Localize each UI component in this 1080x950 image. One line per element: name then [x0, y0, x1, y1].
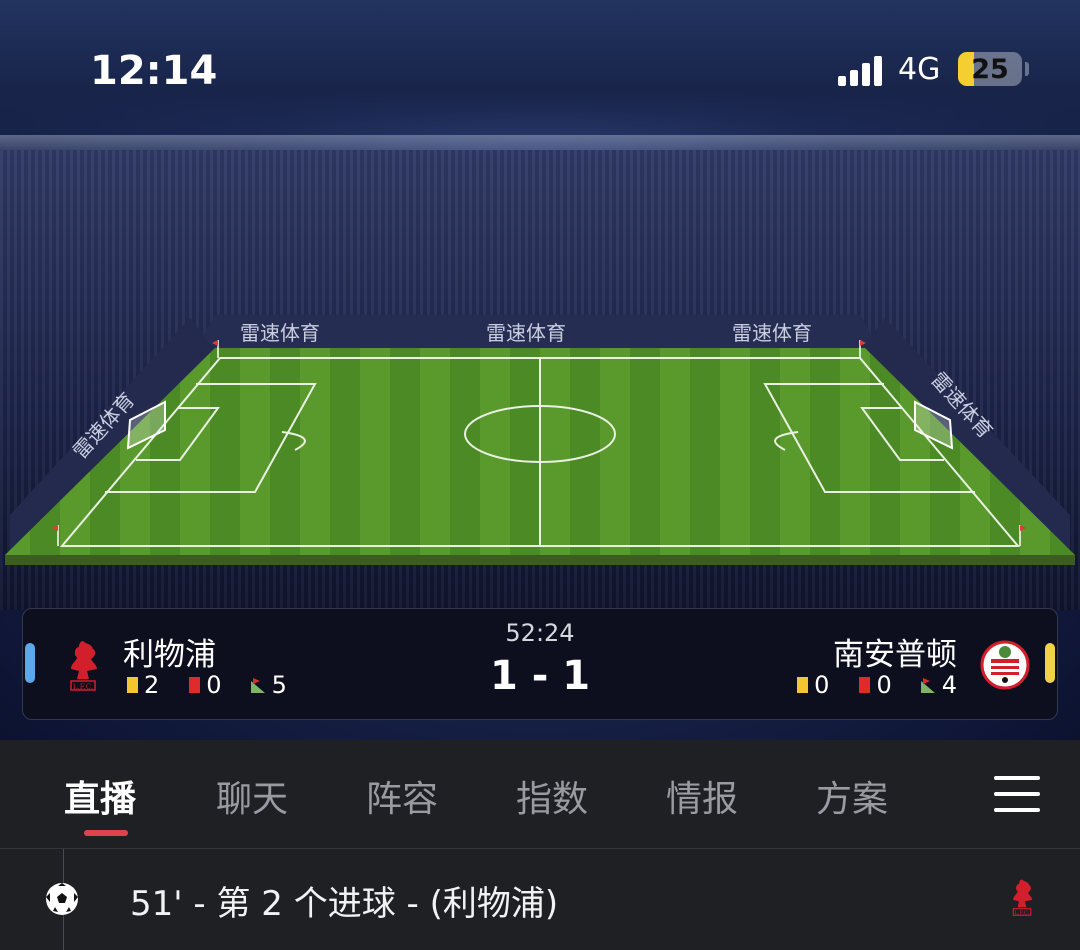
ad-board-text-1: 雷速体育: [240, 321, 320, 345]
away-yellow-cards: 0: [814, 671, 830, 699]
menu-icon[interactable]: [994, 776, 1040, 812]
status-bar: 12:14 4G 25: [0, 40, 1080, 100]
away-team-name: 南安普顿: [833, 637, 957, 673]
away-team-stats: 0 0 4: [797, 671, 957, 699]
ad-board-text-3: 雷速体育: [732, 321, 812, 345]
svg-text:L.F.C.: L.F.C.: [1015, 911, 1030, 917]
tab-plans[interactable]: 方案: [816, 770, 888, 822]
battery-tip: [1025, 62, 1029, 76]
scoreboard[interactable]: L.F.C. 利物浦 2 0 5 52:24 1 - 1 南安普顿 0 0 4: [22, 608, 1058, 720]
tab-bar: 直播 聊天 阵容 指数 情报 方案: [0, 740, 1080, 849]
event-description: 51' - 第 2 个进球 - (利物浦): [130, 884, 559, 924]
southampton-crest-icon: [980, 640, 1030, 690]
ad-board-text-2: 雷速体育: [486, 321, 566, 345]
red-card-icon: [859, 677, 871, 693]
network-type: 4G: [898, 52, 941, 87]
soccer-ball-icon: [46, 883, 78, 915]
tab-lineup[interactable]: 阵容: [366, 770, 438, 822]
away-red-cards: 0: [876, 671, 892, 699]
football-pitch: 雷速体育 雷速体育 雷速体育 雷速体育 雷速体育: [5, 315, 1075, 565]
away-team-color-mark: [1045, 643, 1055, 683]
corner-flag-icon: [920, 678, 935, 693]
tab-chat[interactable]: 聊天: [216, 770, 288, 822]
active-tab-indicator: [84, 830, 128, 836]
liverpool-crest-icon: L.F.C.: [1012, 879, 1033, 917]
battery-level: 25: [971, 54, 1009, 85]
tab-live[interactable]: 直播: [64, 770, 136, 822]
away-corners: 4: [941, 671, 957, 699]
signal-strength-icon: [838, 54, 888, 86]
tab-intel[interactable]: 情报: [666, 770, 738, 822]
status-time: 12:14: [90, 48, 218, 94]
tab-odds[interactable]: 指数: [516, 770, 588, 822]
battery-icon: 25: [958, 52, 1022, 86]
yellow-card-icon: [797, 677, 809, 693]
